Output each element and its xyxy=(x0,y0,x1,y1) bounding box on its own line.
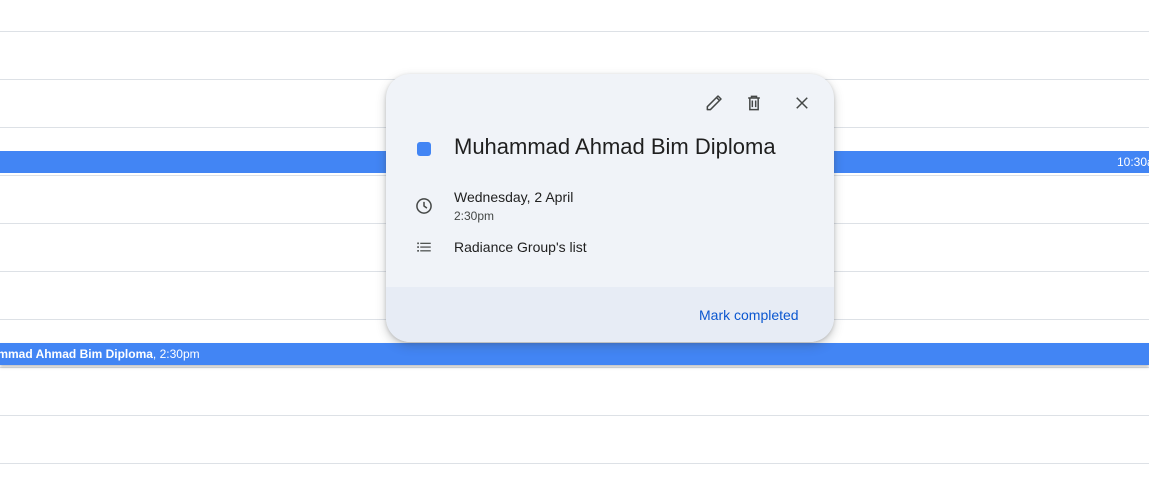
task-bar-separator: , xyxy=(152,347,160,361)
task-color-indicator xyxy=(417,142,431,156)
hour-gridline xyxy=(0,31,1149,32)
pencil-icon xyxy=(706,95,722,111)
hour-gridline xyxy=(0,367,1149,368)
delete-task-button[interactable] xyxy=(738,87,770,119)
task-time: 2:30pm xyxy=(454,209,495,223)
task-bar-time: 2:30pm xyxy=(159,347,200,361)
trash-icon xyxy=(748,95,760,111)
task-list-name: Radiance Group's list xyxy=(454,239,587,255)
task-title: Muhammad Ahmad Bim Diploma xyxy=(454,134,776,159)
hour-gridline xyxy=(0,463,1149,464)
mark-completed-button[interactable]: Mark completed xyxy=(699,307,799,323)
task-bar-afternoon[interactable]: Muhammad Ahmad Bim Diploma, 2:30pm xyxy=(0,343,1149,365)
task-bar-label: Muhammad Ahmad Bim Diploma, 2:30pm xyxy=(0,347,200,361)
task-bar-time: 10:30am xyxy=(1117,155,1149,169)
task-date: Wednesday, 2 April xyxy=(454,189,574,205)
clock-icon xyxy=(414,196,434,216)
hour-gridline xyxy=(0,415,1149,416)
close-popup-button[interactable] xyxy=(786,87,818,119)
list-icon xyxy=(414,237,434,257)
edit-task-button[interactable] xyxy=(698,87,730,119)
task-details-popup: Muhammad Ahmad Bim Diploma Wednesday, 2 … xyxy=(386,74,834,342)
task-bar-title: Muhammad Ahmad Bim Diploma xyxy=(0,347,153,361)
close-icon xyxy=(796,97,808,109)
